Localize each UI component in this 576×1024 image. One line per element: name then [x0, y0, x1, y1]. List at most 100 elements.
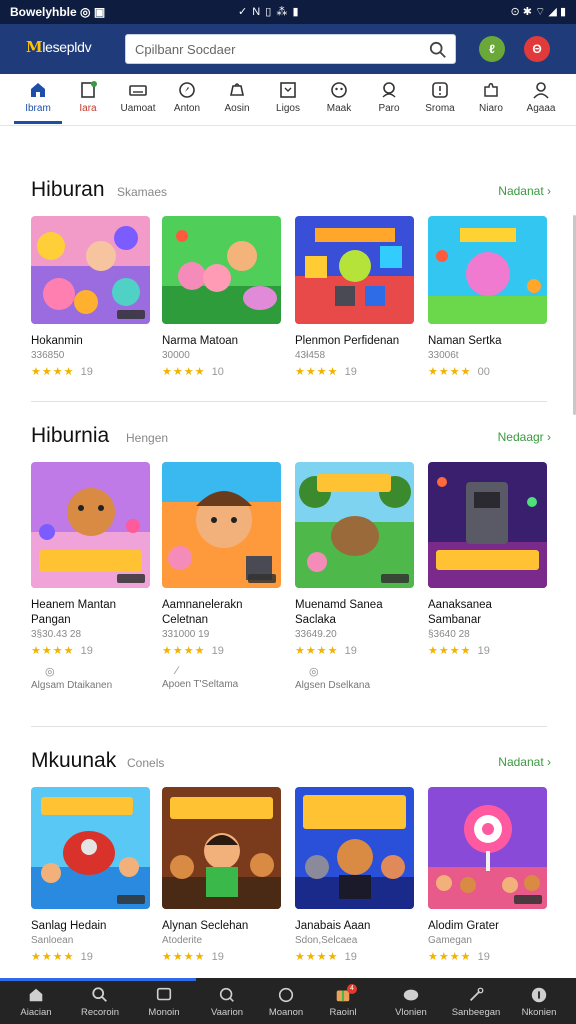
bottom-nav-magnifier[interactable]: Vaarion: [197, 984, 257, 1018]
footer-text: Apoen T'Seltama: [162, 679, 239, 690]
bottom-nav-monitor[interactable]: Monoin: [134, 984, 194, 1018]
app-card[interactable]: Heanem Mantan Pangan 3§30.43 28 ★★★★ 19 …: [31, 462, 150, 691]
app-meta: §3640 28: [428, 629, 470, 640]
profile-button[interactable]: ℓ: [479, 36, 505, 62]
app-meta: 336850: [31, 350, 65, 361]
category-tab-doc[interactable]: Iara: [63, 80, 113, 114]
bottom-nav-chat[interactable]: Moanon: [256, 984, 316, 1018]
category-label: Maak: [326, 103, 352, 114]
app-thumbnail[interactable]: [31, 787, 150, 909]
footer-icon: ⁄: [176, 665, 178, 677]
category-label: Iara: [79, 103, 97, 114]
see-more-link[interactable]: Nadanat ›: [498, 184, 551, 198]
bottom-nav-home[interactable]: Aiacian: [6, 984, 66, 1018]
search-input[interactable]: [126, 35, 416, 63]
category-tab-grid[interactable]: Ligos: [263, 80, 313, 114]
thumbnail-art: [162, 787, 281, 909]
scroll-progress: [0, 978, 196, 981]
app-footer: ◎ Algsen Dselkana: [295, 665, 414, 691]
category-tab-puzzle[interactable]: Niaro: [466, 80, 516, 114]
category-tab-user[interactable]: Agaaa: [516, 80, 566, 114]
app-thumbnail[interactable]: [162, 216, 281, 324]
search-icon[interactable]: [429, 41, 447, 59]
doc-icon: [81, 81, 97, 98]
rating-value: 19: [80, 645, 93, 657]
app-meta: 33649.20: [295, 629, 337, 640]
app-rating: ★★★★ 19: [428, 644, 547, 657]
bottom-nav-media[interactable]: Nkonien: [509, 984, 569, 1018]
section-title: Mkuunak: [31, 749, 117, 772]
category-tab-home[interactable]: Ibram: [13, 80, 63, 114]
bottom-nav-play[interactable]: Vlonien: [381, 984, 441, 1018]
app-thumbnail[interactable]: [31, 216, 150, 324]
status-middle: ✓ N ▯ ⁂ ▮: [238, 6, 300, 18]
app-card[interactable]: Narma Matoan 30000 ★★★★ 10: [162, 216, 281, 378]
app-card[interactable]: Aamnanelerakn Celetnan 331000 19 ★★★★ 19…: [162, 462, 281, 690]
play-icon: [403, 989, 419, 1001]
app-thumbnail[interactable]: [295, 216, 414, 324]
app-card[interactable]: Alynan Seclehan Atoderite ★★★★ 19: [162, 787, 281, 963]
bottom-nav-pen[interactable]: Sanbeegan: [446, 984, 506, 1018]
app-card[interactable]: Alodim Grater Gamegan ★★★★ 19: [428, 787, 547, 963]
mask-icon: [331, 82, 347, 98]
app-name: Plenmon Perfidenan: [295, 335, 400, 347]
search-box[interactable]: [125, 34, 456, 64]
app-card[interactable]: Aanaksanea Sambanar §3640 28 ★★★★ 19: [428, 462, 547, 657]
app-card[interactable]: Naman Sertka 33006t ★★★★ 00: [428, 216, 547, 378]
bottom-nav-search[interactable]: Recoroin: [70, 984, 130, 1018]
info-icon: [432, 82, 448, 98]
rating-value: 19: [477, 645, 490, 657]
app-thumbnail[interactable]: [162, 787, 281, 909]
app-thumbnail[interactable]: [162, 462, 281, 588]
footer-icon: ◎: [45, 666, 55, 678]
category-label: Uamoat: [120, 103, 156, 114]
notification-button[interactable]: Θ: [524, 36, 550, 62]
app-card[interactable]: Plenmon Perfidenan 43ł458 ★★★★ 19: [295, 216, 414, 378]
bottom-nav-gift[interactable]: 4 Raoinl: [313, 984, 373, 1018]
app-thumbnail[interactable]: [428, 787, 547, 909]
rating-value: 00: [477, 366, 490, 378]
pen-icon: [469, 987, 484, 1002]
app-card[interactable]: Muenamd Sanea Saclaka 33649.20 ★★★★ 19 ◎…: [295, 462, 414, 691]
app-rating: ★★★★ 10: [162, 365, 281, 378]
notification-badge: 4: [347, 984, 357, 994]
app-thumbnail[interactable]: [428, 462, 547, 588]
footer-text: Algsen Dselkana: [295, 680, 371, 691]
media-icon: [531, 987, 547, 1003]
app-rating: ★★★★ 00: [428, 365, 547, 378]
see-more-link[interactable]: Nedaagr ›: [498, 430, 551, 444]
app-name: Sanlag Hedain: [31, 920, 107, 932]
logo-letters: M: [26, 38, 43, 56]
category-tab-bag[interactable]: Aosin: [212, 80, 262, 114]
app-name: Alodim Grater: [428, 920, 499, 932]
app-card[interactable]: Hokanmin 336850 ★★★★ 19: [31, 216, 150, 378]
category-bar: Ibram Iara Uamoat Anton Aosin Ligos Maak…: [0, 74, 576, 126]
see-more-label: Nadanat: [498, 184, 544, 198]
status-left: Bowelyhble ◎ ▣: [10, 5, 106, 19]
app-name: Aanaksanea Sambanar: [428, 599, 492, 626]
category-tab-keyboard[interactable]: Uamoat: [113, 80, 163, 114]
app-card[interactable]: Sanlag Hedain Sanloean ★★★★ 19: [31, 787, 150, 963]
app-name: Naman Sertka: [428, 335, 502, 347]
app-rating: ★★★★ 19: [162, 644, 281, 657]
category-tab-compass[interactable]: Anton: [162, 80, 212, 114]
rating-stars: ★★★★: [31, 366, 75, 378]
see-more-link[interactable]: Nadanat ›: [498, 755, 551, 769]
rating-value: 19: [344, 645, 357, 657]
app-rating: ★★★★ 19: [31, 365, 150, 378]
category-tab-person[interactable]: Paro: [364, 80, 414, 114]
category-tab-mask[interactable]: Maak: [314, 80, 364, 114]
app-thumbnail[interactable]: [295, 787, 414, 909]
app-logo[interactable]: Mlesepldv: [26, 38, 92, 56]
app-thumbnail[interactable]: [31, 462, 150, 588]
app-thumbnail[interactable]: [295, 462, 414, 588]
bottom-nav-label: Moanon: [268, 1007, 304, 1018]
app-card[interactable]: Janabais Aaan Sdon,Selcaea ★★★★ 19: [295, 787, 414, 963]
category-tab-info[interactable]: Sroma: [415, 80, 465, 114]
app-thumbnail[interactable]: [428, 216, 547, 324]
category-label: Agaaa: [526, 103, 556, 114]
bottom-nav-label: Recoroin: [80, 1007, 120, 1018]
app-meta: Sdon,Selcaea: [295, 935, 358, 946]
thumbnail-art: [295, 462, 414, 588]
grid-icon: [280, 82, 296, 98]
